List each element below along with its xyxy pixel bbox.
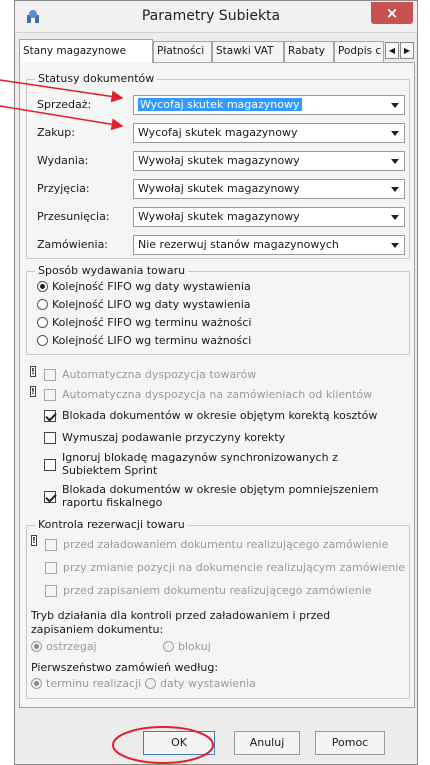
checkbox-icon	[44, 432, 56, 444]
tab-scroll-right-icon[interactable]: ▶	[400, 42, 414, 59]
tryb-option-label: blokuj	[178, 640, 211, 653]
zakup-label: Zakup:	[37, 126, 75, 139]
sposob-option[interactable]: Kolejność FIFO wg terminu ważności	[37, 316, 251, 329]
pierwsz-option-label: terminu realizacji	[46, 677, 142, 690]
radio-icon	[37, 335, 48, 346]
checkbox-icon	[45, 539, 57, 551]
dropdown-arrow-icon	[391, 159, 399, 164]
help-button[interactable]: Pomoc	[315, 731, 385, 755]
sposob-group: Sposób wydawania towaru Kolejność FIFO w…	[26, 264, 410, 355]
checkbox-icon	[45, 562, 57, 574]
checkbox-label: Blokada dokumentów w okresie objętym pom…	[62, 483, 379, 496]
tab-podpis[interactable]: Podpis c	[334, 41, 384, 62]
close-button[interactable]: ×	[371, 2, 413, 24]
tab-scroll-left-icon[interactable]: ◀	[385, 42, 399, 59]
tryb-option-ostrzegaj[interactable]: ostrzegaj	[31, 640, 97, 653]
checkbox-icon	[44, 389, 56, 401]
kontrola-group: Kontrola rezerwacji towaru ! przed załad…	[26, 518, 410, 699]
tryb-option-blokuj[interactable]: blokuj	[163, 640, 211, 653]
sprzedaz-label: Sprzedaż:	[37, 98, 92, 111]
przyjecia-select[interactable]: Wywołaj skutek magazynowy	[133, 179, 405, 199]
checkbox-label: Automatyczna dyspozycja towarów	[62, 368, 257, 381]
przesuniecia-value: Wywołaj skutek magazynowy	[138, 210, 300, 223]
dialog-window: Parametry Subiekta × Stany magazynowe Pł…	[14, 0, 418, 765]
checkbox-label-line2: Subiektem Sprint	[62, 464, 158, 477]
checkbox-label: przed zapisaniem dokumentu realizującego…	[63, 584, 372, 597]
radio-selected-icon	[37, 281, 48, 292]
wydania-value: Wywołaj skutek magazynowy	[138, 154, 300, 167]
checkbox-label: przed załadowaniem dokumentu realizujące…	[63, 538, 389, 551]
app-icon	[27, 10, 39, 23]
dropdown-arrow-icon	[391, 215, 399, 220]
przesuniecia-select[interactable]: Wywołaj skutek magazynowy	[133, 207, 405, 227]
title-bar[interactable]: Parametry Subiekta ×	[15, 1, 417, 33]
zamowienia-value: Nie rezerwuj stanów magazynowych	[138, 238, 339, 251]
statusy-legend: Statusy dokumentów	[35, 72, 158, 85]
tab-platnosci[interactable]: Płatności	[153, 41, 212, 62]
radio-selected-icon	[31, 678, 42, 689]
warning-icon: !	[30, 386, 36, 397]
dropdown-arrow-icon	[391, 187, 399, 192]
sposob-legend: Sposób wydawania towaru	[35, 264, 189, 277]
tab-rabaty[interactable]: Rabaty	[284, 41, 334, 62]
tab-stawki-vat[interactable]: Stawki VAT	[212, 41, 284, 62]
pierwszenstwo-label: Pierwszeństwo zamówień według:	[31, 661, 219, 674]
sposob-option-label: Kolejność LIFO wg terminu ważności	[52, 334, 252, 347]
sposob-option-label: Kolejność FIFO wg terminu ważności	[52, 316, 252, 329]
warning-icon: !	[30, 366, 36, 377]
sprzedaz-value: Wycofaj skutek magazynowy	[138, 98, 302, 111]
przyjecia-label: Przyjęcia:	[37, 182, 90, 195]
zakup-select[interactable]: Wycofaj skutek magazynowy	[133, 123, 405, 143]
radio-selected-icon	[31, 641, 42, 652]
warning-icon: !	[31, 535, 37, 546]
sposob-option[interactable]: Kolejność LIFO wg daty wystawienia	[37, 298, 251, 311]
przyjecia-value: Wywołaj skutek magazynowy	[138, 182, 300, 195]
pierwsz-option-termin[interactable]: terminu realizacji	[31, 677, 141, 690]
pierwsz-option-label: daty wystawienia	[160, 677, 256, 690]
checkbox-icon	[45, 585, 57, 597]
checkbox-checked-icon	[44, 410, 56, 422]
dropdown-arrow-icon	[391, 131, 399, 136]
radio-icon	[37, 317, 48, 328]
tryb-option-label: ostrzegaj	[46, 640, 97, 653]
sprzedaz-select[interactable]: Wycofaj skutek magazynowy	[133, 95, 405, 115]
kontrola-legend: Kontrola rezerwacji towaru	[35, 518, 188, 531]
checkbox-label: przy zmianie pozycji na dokumencie reali…	[63, 561, 406, 574]
zamowienia-label: Zamówienia:	[37, 238, 109, 251]
checkbox-label: Blokada dokumentów w okresie objętym kor…	[62, 409, 378, 422]
checkbox-label: Wymuszaj podawanie przyczyny korekty	[62, 431, 286, 444]
checkbox-icon	[44, 369, 56, 381]
pierwsz-option-data[interactable]: daty wystawienia	[145, 677, 256, 690]
sposob-option[interactable]: Kolejność FIFO wg daty wystawienia	[37, 280, 251, 293]
radio-icon	[37, 299, 48, 310]
dropdown-arrow-icon	[391, 243, 399, 248]
wydania-select[interactable]: Wywołaj skutek magazynowy	[133, 151, 405, 171]
ok-button[interactable]: OK	[143, 731, 215, 755]
radio-icon	[145, 678, 156, 689]
checkbox-label-line2: raportu fiskalnego	[62, 496, 163, 509]
sposob-option[interactable]: Kolejność LIFO wg terminu ważności	[37, 334, 251, 347]
window-title: Parametry Subiekta	[141, 8, 281, 24]
zakup-value: Wycofaj skutek magazynowy	[138, 126, 298, 139]
wydania-label: Wydania:	[37, 154, 89, 167]
dropdown-arrow-icon	[391, 103, 399, 108]
cancel-button[interactable]: Anuluj	[234, 731, 300, 755]
tab-strip: Stany magazynowe Płatności Stawki VAT Ra…	[19, 39, 415, 63]
tryb-label-line2: zapisaniem dokumentu:	[31, 623, 164, 636]
checkbox-icon	[44, 459, 56, 471]
przesuniecia-label: Przesunięcia:	[37, 210, 110, 223]
checkbox-label: Automatyczna dyspozycja na zamówieniach …	[62, 388, 373, 401]
statusy-group: Statusy dokumentów Sprzedaż: Wycofaj sku…	[26, 72, 410, 259]
tryb-label: Tryb działania dla kontroli przed załado…	[31, 609, 331, 622]
checkbox-checked-icon	[44, 491, 56, 503]
zamowienia-select[interactable]: Nie rezerwuj stanów magazynowych	[133, 235, 405, 255]
tab-panel: Statusy dokumentów Sprzedaż: Wycofaj sku…	[19, 62, 415, 708]
sposob-option-label: Kolejność FIFO wg daty wystawienia	[52, 280, 251, 293]
radio-icon	[163, 641, 174, 652]
checkbox-label: Ignoruj blokadę magazynów synchronizowan…	[62, 451, 338, 464]
sposob-option-label: Kolejność LIFO wg daty wystawienia	[52, 298, 251, 311]
tab-stany-magazynowe[interactable]: Stany magazynowe	[19, 39, 153, 63]
